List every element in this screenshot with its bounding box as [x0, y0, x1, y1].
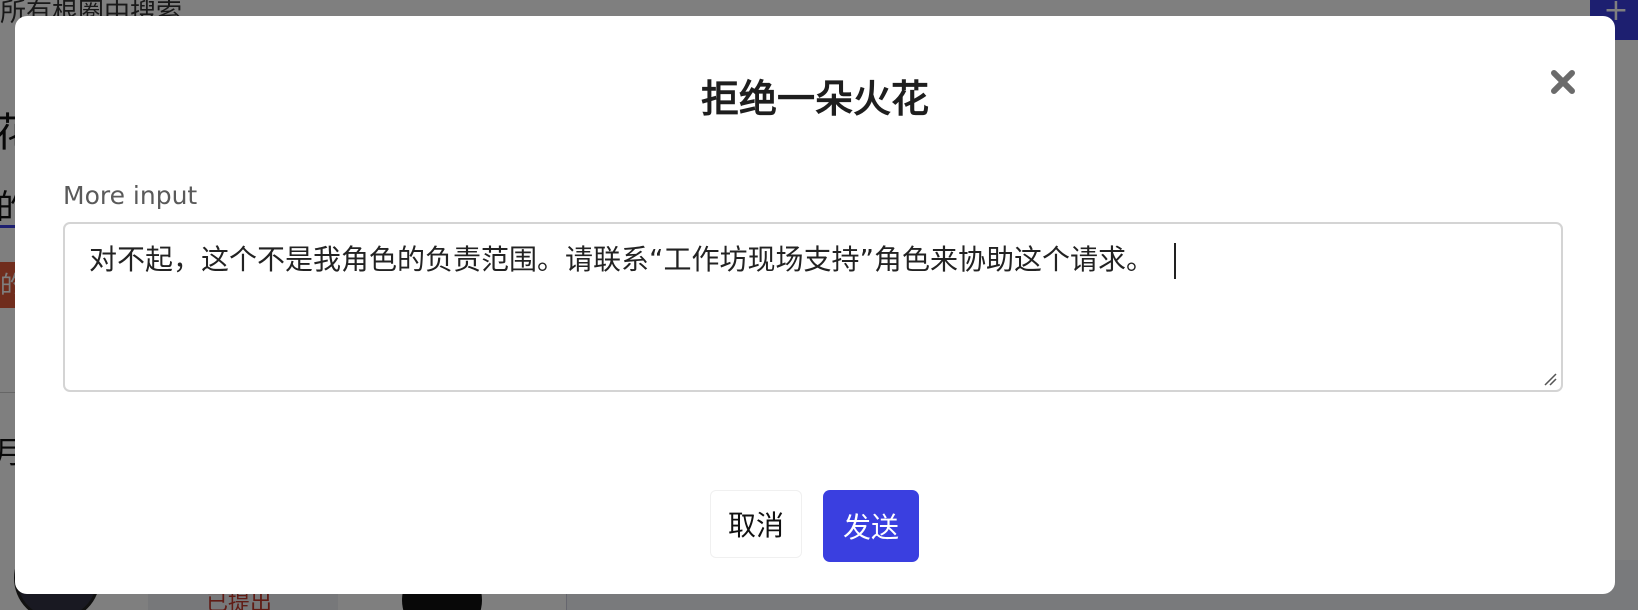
textarea-value: 对不起，这个不是我角色的负责范围。请联系“工作坊现场支持”角色来协助这个请求。 — [89, 243, 1155, 276]
text-caret — [1174, 243, 1177, 279]
dialog-title: 拒绝一朵火花 — [700, 77, 929, 121]
more-input-label: More input — [63, 181, 198, 210]
resize-handle-icon[interactable] — [1543, 372, 1557, 386]
page: 所有根圈中搜索 + 花 的 的 月 已提出 拒绝一朵火花 More input … — [0, 0, 1638, 610]
close-icon[interactable] — [1543, 62, 1583, 102]
reject-spark-dialog: 拒绝一朵火花 More input 对不起，这个不是我角色的负责范围。请联系“工… — [15, 16, 1615, 594]
more-input-textarea[interactable]: 对不起，这个不是我角色的负责范围。请联系“工作坊现场支持”角色来协助这个请求。 — [63, 222, 1563, 392]
send-button[interactable]: 发送 — [823, 490, 919, 562]
cancel-button[interactable]: 取消 — [710, 490, 802, 558]
